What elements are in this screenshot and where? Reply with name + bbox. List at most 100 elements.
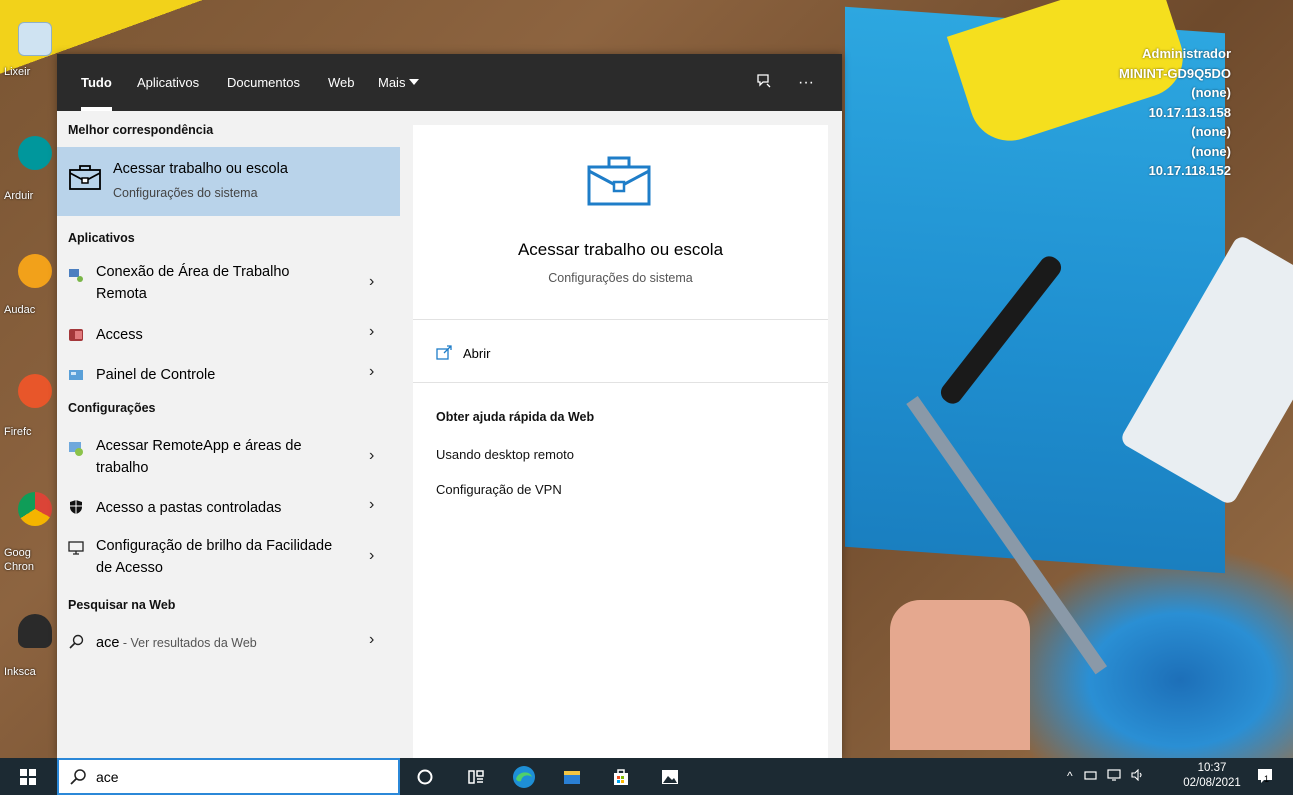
windows-start-icon[interactable] xyxy=(20,769,36,785)
desktop-icon-audacity[interactable]: Audac xyxy=(4,254,58,316)
tab-apps[interactable]: Aplicativos xyxy=(137,54,199,111)
firefox-icon xyxy=(18,374,52,408)
desktop-icon-label: Audac xyxy=(4,304,36,316)
tab-web[interactable]: Web xyxy=(328,54,355,111)
settings-item-remoteapp[interactable]: Acessar RemoteApp e áreas de trabalho › xyxy=(57,435,400,481)
access-icon xyxy=(69,329,83,341)
briefcase-icon xyxy=(587,156,651,206)
app-item-access[interactable]: Access › xyxy=(57,322,400,348)
chevron-right-icon[interactable]: › xyxy=(369,323,374,341)
desktop-icon-inkscape[interactable]: Inksca xyxy=(4,614,58,678)
chevron-right-icon[interactable]: › xyxy=(369,363,374,381)
task-view-icon[interactable] xyxy=(466,767,486,787)
web-help-link[interactable]: Usando desktop remoto xyxy=(436,447,574,462)
search-icon xyxy=(70,769,86,785)
edge-icon[interactable] xyxy=(512,765,536,789)
desktop-icon-label: Lixeir xyxy=(4,66,31,78)
action-center-icon[interactable]: 1 xyxy=(1256,767,1274,785)
app-item-control-panel[interactable]: Painel de Controle › xyxy=(57,362,400,388)
chrome-icon xyxy=(18,492,52,526)
tab-more-label: Mais xyxy=(378,75,406,90)
chevron-right-icon[interactable]: › xyxy=(369,273,374,291)
open-icon xyxy=(436,345,452,360)
desktop-icon-firefox[interactable]: Firefc xyxy=(4,374,58,438)
desktop-icon-chrome[interactable]: Goog Chron xyxy=(4,492,58,573)
taskbar-search-box[interactable] xyxy=(57,758,400,795)
store-icon[interactable] xyxy=(611,767,631,787)
app-item-label: Conexão de Área de Trabalho xyxy=(96,264,290,280)
settings-item-label: de Acesso xyxy=(96,560,163,576)
inkscape-icon xyxy=(18,614,52,648)
chevron-up-icon[interactable]: ^ xyxy=(1067,769,1073,783)
best-match-item[interactable]: Acessar trabalho ou escola Configurações… xyxy=(57,147,400,216)
recycle-bin-icon xyxy=(18,22,52,56)
settings-item-label: Configuração de brilho da Facilidade xyxy=(96,538,333,554)
divider xyxy=(413,319,828,320)
control-panel-icon xyxy=(69,370,83,380)
tab-more[interactable]: Mais xyxy=(378,54,420,111)
photos-icon[interactable] xyxy=(660,767,680,787)
preview-subtitle: Configurações do sistema xyxy=(548,271,693,285)
arduino-icon xyxy=(18,136,52,170)
clock-time: 10:37 xyxy=(1197,762,1227,774)
search-filter-bar: Tudo Aplicativos Documentos Web Mais ··· xyxy=(57,54,842,111)
desktop-icon-recycle-bin[interactable]: Lixeir xyxy=(4,22,58,78)
tab-all[interactable]: Tudo xyxy=(81,54,112,111)
chevron-right-icon[interactable]: › xyxy=(369,631,374,649)
web-help-link[interactable]: Configuração de VPN xyxy=(436,482,562,497)
app-item-label: Painel de Controle xyxy=(96,367,216,383)
network-icon[interactable] xyxy=(1107,769,1121,781)
tab-documents[interactable]: Documentos xyxy=(227,54,300,111)
remote-desktop-icon xyxy=(69,269,83,282)
settings-item-label: Acesso a pastas controladas xyxy=(96,500,282,516)
results-list: Melhor correspondência Acessar trabalho … xyxy=(57,111,400,758)
sysinfo-ip: 10.17.113.158 xyxy=(1148,104,1231,120)
divider xyxy=(413,382,828,383)
volume-icon[interactable] xyxy=(1131,768,1145,782)
audacity-icon xyxy=(18,254,52,288)
system-info-overlay: Administrador MININT-GD9Q5DO (none) 10.1… xyxy=(1119,44,1231,181)
remoteapp-icon xyxy=(69,442,83,456)
shield-icon xyxy=(70,500,82,514)
briefcase-icon xyxy=(69,165,101,190)
settings-item-label: trabalho xyxy=(96,460,149,476)
web-help-header: Obter ajuda rápida da Web xyxy=(436,410,595,424)
feedback-icon[interactable] xyxy=(753,72,775,94)
desktop-icon-label: Arduir xyxy=(4,190,34,202)
best-match-title: Acessar trabalho ou escola xyxy=(113,161,288,177)
more-options-icon[interactable]: ··· xyxy=(795,72,817,94)
sysinfo-line: (none) xyxy=(1191,143,1231,159)
settings-item-brightness[interactable]: Configuração de brilho da Facilidade de … xyxy=(57,535,400,581)
chevron-right-icon[interactable]: › xyxy=(369,447,374,465)
chevron-down-icon xyxy=(409,79,420,85)
cortana-icon[interactable] xyxy=(415,767,435,787)
web-search-label: ace - Ver resultados da Web xyxy=(96,632,257,654)
sysinfo-user: Administrador xyxy=(1142,46,1231,61)
app-item-label: Access xyxy=(96,327,143,343)
search-icon xyxy=(69,634,84,649)
desktop-icon-label: Inksca xyxy=(4,666,36,678)
web-search-item[interactable]: ace - Ver resultados da Web › xyxy=(57,630,400,656)
taskbar-clock[interactable]: 10:37 02/08/2021 xyxy=(1177,761,1247,791)
wallpaper-letter xyxy=(890,600,1030,750)
chevron-right-icon[interactable]: › xyxy=(369,547,374,565)
search-panel: Tudo Aplicativos Documentos Web Mais ···… xyxy=(57,54,842,758)
file-explorer-icon[interactable] xyxy=(562,767,582,787)
desktop-icon-arduino[interactable]: Arduir xyxy=(4,136,58,202)
web-header: Pesquisar na Web xyxy=(68,598,176,612)
open-label: Abrir xyxy=(463,346,491,361)
battery-icon[interactable] xyxy=(1084,769,1098,781)
settings-header: Configurações xyxy=(68,401,156,415)
preview-title: Acessar trabalho ou escola xyxy=(517,240,724,259)
search-input[interactable] xyxy=(96,766,386,788)
monitor-icon xyxy=(68,541,84,555)
app-item-remote-desktop[interactable]: Conexão de Área de Trabalho Remota › xyxy=(57,261,400,307)
chevron-right-icon[interactable]: › xyxy=(369,496,374,514)
system-tray: ^ xyxy=(1067,768,1145,795)
web-query-suffix: - Ver resultados da Web xyxy=(119,636,257,650)
sysinfo-line: (none) xyxy=(1191,85,1231,100)
apps-header: Aplicativos xyxy=(68,231,135,245)
preview-pane: Acessar trabalho ou escola Configurações… xyxy=(413,125,828,758)
clock-date: 02/08/2021 xyxy=(1183,777,1241,789)
settings-item-controlled-folders[interactable]: Acesso a pastas controladas › xyxy=(57,495,400,521)
